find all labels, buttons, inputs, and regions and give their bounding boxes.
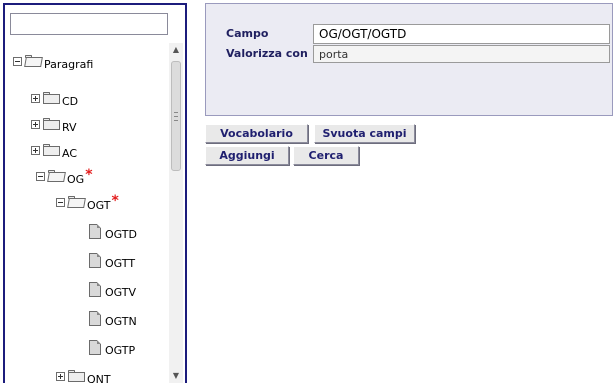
tree-scrollbar[interactable]: ▲ ▼ [169, 43, 183, 383]
valorizza-label: Valorizza con [226, 47, 308, 60]
tree-node-label: QNT [87, 372, 111, 383]
tree-node-label: OGT [87, 198, 111, 212]
tree-panel: Paragrafi CD RV AC OG * OGT * OGTD OGTT OGTV OGTN OG… [3, 3, 187, 383]
cerca-button[interactable]: Cerca [293, 146, 359, 165]
tree-node-label: OGTN [105, 314, 137, 328]
campo-label: Campo [226, 27, 269, 40]
document-icon [89, 223, 101, 239]
tree-list: Paragrafi CD RV AC OG * OGT * OGTD OGTT OGTV OGTN OG… [5, 43, 167, 383]
tree-node-rv[interactable]: RV [31, 115, 77, 134]
tree-node-label: OGTP [105, 343, 136, 357]
scroll-thumb[interactable] [171, 61, 181, 171]
document-icon [89, 339, 101, 355]
vocabolario-button[interactable]: Vocabolario [205, 124, 308, 143]
tree-node-label: RV [62, 120, 77, 134]
tree-node-label: OGTT [105, 256, 136, 270]
required-star-icon: * [85, 167, 93, 183]
tree-node-cd[interactable]: CD [31, 89, 79, 108]
tree-node-label: OG [67, 172, 85, 186]
folder-icon [43, 144, 60, 156]
document-icon [89, 252, 101, 268]
tree-scroll-area: Paragrafi CD RV AC OG * OGT * OGTD OGTT OGTV OGTN OG… [5, 43, 185, 383]
campo-field[interactable] [313, 24, 610, 44]
expand-icon[interactable] [56, 371, 65, 381]
tree-node-ogtd[interactable]: OGTD [89, 222, 137, 241]
document-icon [89, 281, 101, 297]
folder-open-icon [25, 55, 42, 67]
tree-node-ogtp[interactable]: OGTP [89, 338, 136, 357]
tree-node-label: OGTD [105, 227, 137, 241]
expand-icon[interactable] [31, 145, 40, 155]
tree-node-ogtt[interactable]: OGTT [89, 251, 136, 270]
tree-node-label: CD [62, 94, 79, 108]
folder-icon [43, 92, 60, 104]
svuota-campi-button[interactable]: Svuota campi [314, 124, 415, 143]
folder-icon [68, 370, 85, 382]
expand-icon[interactable] [31, 93, 40, 103]
valorizza-field[interactable] [313, 45, 610, 63]
folder-open-icon [48, 170, 65, 182]
expand-icon[interactable] [31, 119, 40, 129]
tree-node-label: OGTV [105, 285, 137, 299]
document-icon [89, 310, 101, 326]
tree-node-label: AC [62, 146, 78, 160]
required-star-icon: * [111, 193, 119, 209]
collapse-icon[interactable] [56, 197, 65, 207]
tree-node-ogtv[interactable]: OGTV [89, 280, 137, 299]
tree-node-ac[interactable]: AC [31, 141, 78, 160]
tree-node-ogtn[interactable]: OGTN [89, 309, 137, 328]
tree-node-paragrafi[interactable]: Paragrafi [13, 52, 94, 71]
tree-search-input[interactable] [10, 13, 168, 35]
tree-node-qnt[interactable]: QNT [56, 367, 111, 383]
form-panel: Campo Valorizza con [205, 3, 613, 116]
folder-open-icon [68, 196, 85, 208]
tree-node-og[interactable]: OG * [36, 167, 93, 186]
scroll-down-arrow-icon[interactable]: ▼ [169, 369, 183, 383]
collapse-icon[interactable] [36, 171, 45, 181]
tree-node-ogt[interactable]: OGT * [56, 193, 119, 212]
scroll-grip-icon [174, 112, 178, 121]
collapse-icon[interactable] [13, 56, 22, 66]
folder-icon [43, 118, 60, 130]
tree-node-label: Paragrafi [44, 57, 94, 71]
scroll-up-arrow-icon[interactable]: ▲ [169, 43, 183, 57]
aggiungi-button[interactable]: Aggiungi [205, 146, 289, 165]
